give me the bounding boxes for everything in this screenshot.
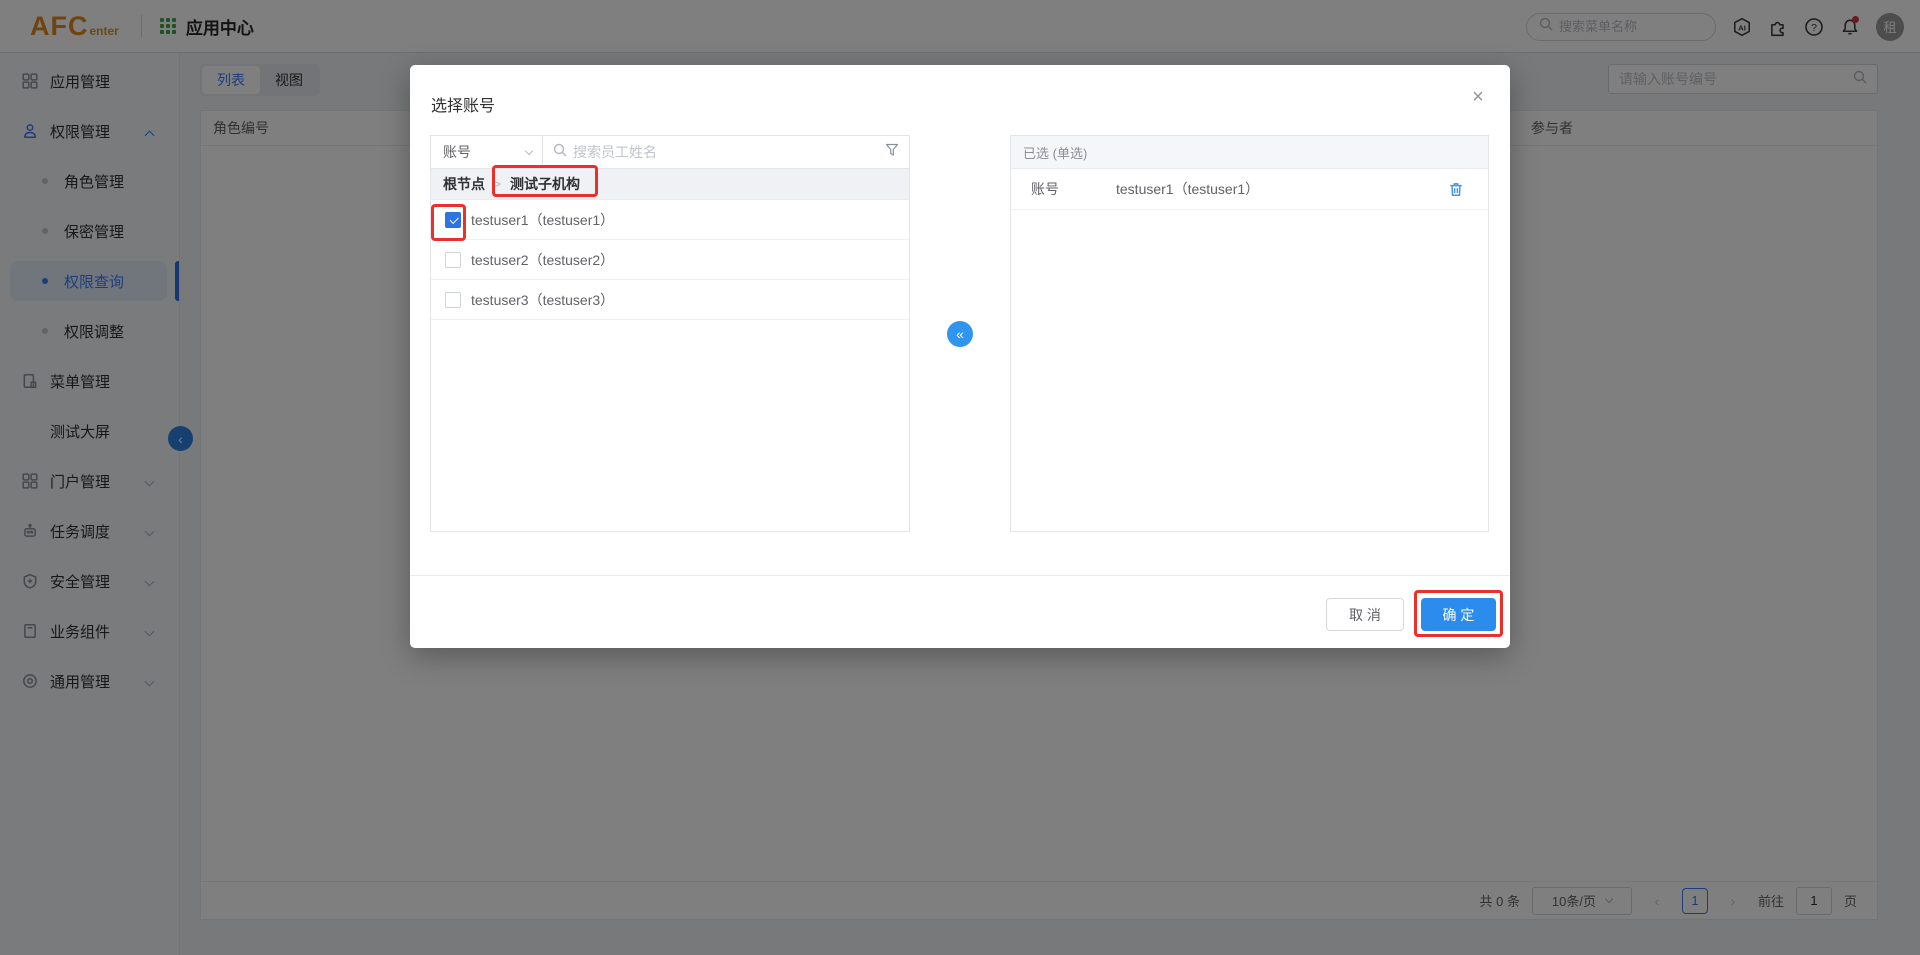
account-picker-panel: 账号 根节点 > 测试子机构 [430,135,910,532]
account-option-row[interactable]: testuser2（testuser2） [431,240,909,280]
breadcrumb-root[interactable]: 根节点 [443,174,485,194]
org-breadcrumb: 根节点 > 测试子机构 [431,169,909,200]
breadcrumb-org-node[interactable]: 测试子机构 [510,174,580,194]
transfer-left-button[interactable]: « [947,321,973,347]
picker-filter-row: 账号 [431,136,909,169]
selected-panel: 已选 (单选) 账号 testuser1（testuser1） [1010,135,1489,532]
application-window: AFC enter 应用中心 AI [0,0,1920,955]
selected-row: 账号 testuser1（testuser1） [1011,169,1488,210]
selected-panel-header: 已选 (单选) [1011,136,1488,169]
chevron-down-icon [525,147,533,155]
close-icon[interactable]: × [1466,85,1490,109]
cancel-button[interactable]: 取 消 [1326,598,1404,631]
employee-search-box[interactable] [543,136,909,168]
trash-icon[interactable] [1448,181,1464,197]
search-icon [553,143,567,162]
filter-icon[interactable] [885,143,899,162]
checkbox-checked[interactable] [445,212,461,228]
account-option-row[interactable]: testuser1（testuser1） [431,200,909,240]
checkbox-unchecked[interactable] [445,252,461,268]
breadcrumb-separator: > [494,177,501,191]
type-select[interactable]: 账号 [431,136,543,168]
employee-search-input[interactable] [573,144,879,160]
selected-row-value: testuser1（testuser1） [1116,179,1259,199]
confirm-button[interactable]: 确 定 [1421,598,1496,631]
checkbox-unchecked[interactable] [445,292,461,308]
selected-row-key: 账号 [1031,179,1059,199]
select-account-dialog: 选择账号 × 账号 根节点 > [410,65,1510,648]
footer-divider [410,575,1510,576]
account-option-row[interactable]: testuser3（testuser3） [431,280,909,320]
dialog-title: 选择账号 [431,92,495,116]
